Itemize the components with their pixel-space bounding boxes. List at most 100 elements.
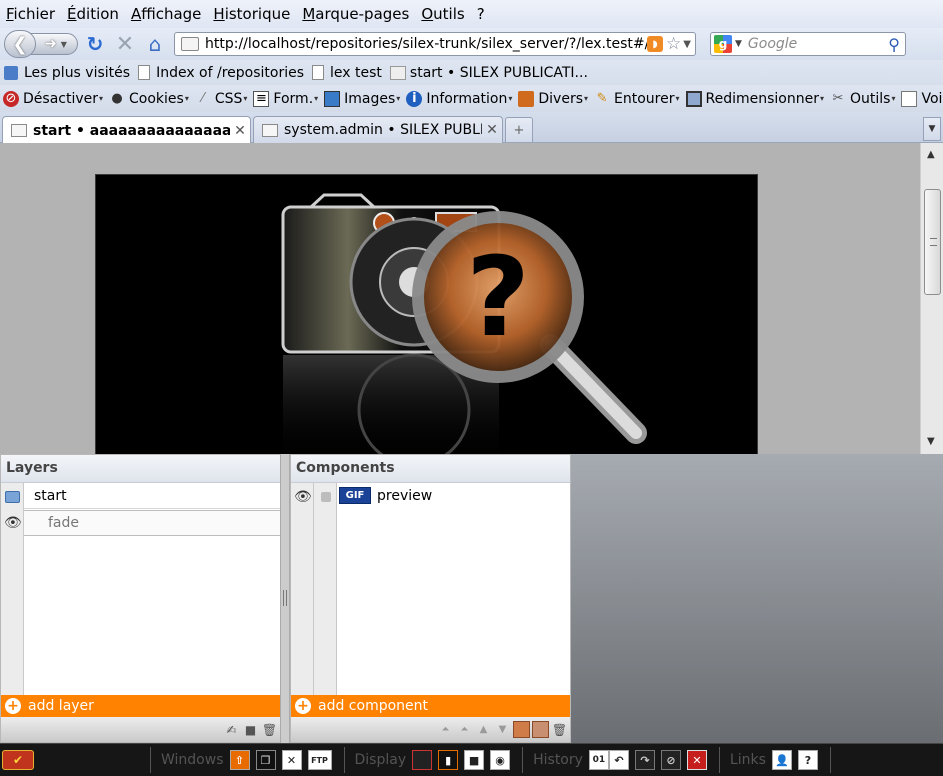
dev-menu-redimensionner[interactable]: Redimensionner ▾ — [685, 90, 824, 107]
display-record-icon[interactable]: ◉ — [490, 750, 511, 770]
eye-icon[interactable]: 👁 — [4, 515, 22, 531]
tab-system-admin[interactable]: system.admin • SILEX PUBLI... ✕ — [253, 116, 503, 143]
close-tab-icon[interactable]: ✕ — [482, 122, 502, 138]
lock-gutter — [314, 483, 337, 696]
new-tab-button[interactable]: + — [505, 117, 533, 142]
eye-icon[interactable]: 👁 — [294, 489, 312, 505]
silex-favicon-icon — [389, 65, 406, 80]
tab-strip: start • aaaaaaaaaaaaaaa ✕ system.admin •… — [0, 112, 943, 144]
clear-history-icon[interactable]: ⊘ — [660, 750, 681, 770]
folder-icon[interactable] — [5, 491, 20, 503]
search-input[interactable]: Google — [748, 36, 888, 52]
navigation-toolbar: ➜ ▼ ❮ ↻ ✕ ⌂ http://localhost/repositories… — [0, 28, 943, 60]
image-icon — [324, 90, 341, 107]
back-button[interactable]: ❮ — [4, 30, 36, 58]
tab-start[interactable]: start • aaaaaaaaaaaaaaa ✕ — [2, 116, 251, 144]
dev-menu-forms[interactable]: ≡ Form. ▾ — [253, 90, 318, 107]
forward-button[interactable]: ➜ ▼ — [30, 33, 78, 55]
dev-menu-voir-source[interactable]: Voir So — [901, 90, 943, 107]
stop-square-icon[interactable]: ■ — [464, 750, 485, 770]
edit-hand-icon[interactable]: ✍ — [223, 721, 240, 738]
menu-edition[interactable]: Édition — [67, 5, 119, 23]
menu-marque-pages[interactable]: Marque-pages — [302, 5, 409, 23]
history-dropdown-icon[interactable]: ▼ — [61, 40, 67, 49]
list-all-tabs-button[interactable]: ▼ — [923, 117, 941, 141]
scroll-down-arrow-icon[interactable]: ▼ — [927, 436, 935, 447]
search-engine-dropdown-icon[interactable]: ▼ — [735, 39, 742, 49]
silex-logo-icon[interactable]: ✔ — [2, 750, 34, 770]
close-history-icon[interactable]: ✕ — [686, 750, 707, 770]
url-bar[interactable]: http://localhost/repositories/silex-trun… — [174, 32, 696, 56]
move-down-icon[interactable]: ▼ — [494, 721, 511, 738]
lock-icon[interactable] — [321, 492, 331, 502]
menu-historique[interactable]: Historique — [213, 5, 290, 23]
home-button[interactable]: ⌂ — [140, 30, 170, 58]
gif-badge: GIF — [339, 487, 371, 504]
ftp-button[interactable]: FTP — [307, 750, 332, 770]
dev-menu-cookies[interactable]: ● Cookies ▾ — [109, 91, 189, 107]
silex-favicon-icon — [262, 123, 278, 137]
close-window-icon[interactable]: ✕ — [281, 750, 302, 770]
dev-menu-desactiver[interactable]: ⊘ Désactiver ▾ — [3, 90, 103, 107]
undo-icon[interactable]: ↶ — [608, 750, 629, 770]
bookmark-label: Index of /repositories — [156, 64, 305, 81]
component-action-icon[interactable] — [513, 721, 530, 738]
bookmark-index-repositories[interactable]: Index of /repositories — [138, 65, 304, 81]
trash-icon[interactable]: 🗑 — [551, 721, 568, 738]
scrollbar-thumb[interactable] — [924, 189, 941, 295]
css-wand-icon: ⁄ — [201, 91, 204, 106]
move-top-icon[interactable]: ⏶ — [456, 721, 473, 738]
windows-cascade-icon[interactable]: ❐ — [255, 750, 276, 770]
component-action-icon[interactable] — [532, 721, 549, 738]
dev-menu-css[interactable]: ⁄ CSS ▾ — [195, 91, 248, 107]
search-bar[interactable]: g ▼ Google ⚲ — [710, 32, 906, 56]
page-vertical-scrollbar[interactable]: ▲ ▼ — [920, 143, 943, 454]
dev-menu-information[interactable]: i Information ▾ — [406, 90, 512, 107]
search-magnifier-icon[interactable]: ⚲ — [888, 35, 900, 54]
dev-menu-label: Désactiver — [23, 90, 98, 107]
publish-upload-icon[interactable]: ⇧ — [229, 750, 250, 770]
menu-outils[interactable]: Outils — [421, 5, 464, 23]
url-text[interactable]: http://localhost/repositories/silex-trun… — [205, 36, 647, 52]
visibility-gutter: 👁 — [291, 483, 314, 696]
save-icon[interactable]: ■ — [242, 721, 259, 738]
user-icon[interactable]: 👤 — [771, 750, 792, 770]
component-item-preview[interactable]: preview — [377, 483, 567, 509]
scroll-up-arrow-icon[interactable]: ▲ — [927, 149, 935, 160]
trash-icon[interactable]: 🗑 — [261, 721, 278, 738]
add-layer-button[interactable]: + add layer — [1, 695, 280, 717]
dev-menu-divers[interactable]: Divers ▾ — [518, 90, 589, 107]
forward-arrow-icon: ➜ — [45, 36, 57, 52]
bookmark-star-icon[interactable]: ☆ — [666, 34, 681, 54]
close-tab-icon[interactable]: ✕ — [230, 123, 250, 139]
dev-menu-entourer[interactable]: ✎ Entourer ▾ — [594, 91, 680, 107]
bookmark-most-visited[interactable]: Les plus visités — [4, 65, 130, 81]
stop-button[interactable]: ✕ — [110, 30, 140, 58]
redo-icon[interactable]: ↷ — [634, 750, 655, 770]
bookmark-lex-test[interactable]: lex test — [312, 65, 382, 81]
menu-bar: Fichier Édition Affichage Historique Mar… — [0, 0, 943, 28]
dropdown-arrow-icon: ▾ — [584, 94, 589, 103]
add-component-button[interactable]: + add component — [291, 695, 570, 717]
tools-icon: ✂ — [832, 91, 844, 106]
layers-panel-footer: ✍ ■ 🗑 — [1, 717, 280, 742]
layer-item-fade[interactable]: fade — [24, 510, 281, 536]
move-top-icon[interactable]: ⏶ — [437, 721, 454, 738]
menu-fichier[interactable]: Fichier — [6, 5, 55, 23]
panel-splitter[interactable] — [280, 454, 290, 743]
rss-feed-icon[interactable]: ◗ — [647, 36, 664, 52]
dev-menu-outils[interactable]: ✂ Outils ▾ — [830, 91, 896, 107]
search-engine-google-icon[interactable]: g — [714, 35, 732, 53]
display-mode-1-icon[interactable] — [412, 750, 433, 770]
bookmark-label: Les plus visités — [24, 64, 131, 81]
dev-menu-images[interactable]: Images ▾ — [324, 90, 400, 107]
display-mode-2-icon[interactable]: ▮ — [438, 750, 459, 770]
menu-help[interactable]: ? — [477, 5, 485, 23]
layer-item-start[interactable]: start — [24, 483, 281, 509]
menu-affichage[interactable]: Affichage — [131, 5, 201, 23]
help-icon[interactable]: ? — [797, 750, 818, 770]
url-history-dropdown-icon[interactable]: ▼ — [683, 39, 691, 50]
reload-button[interactable]: ↻ — [80, 30, 110, 58]
move-up-icon[interactable]: ▲ — [475, 721, 492, 738]
bookmark-start-silex[interactable]: start • SILEX PUBLICATI... — [389, 65, 588, 81]
